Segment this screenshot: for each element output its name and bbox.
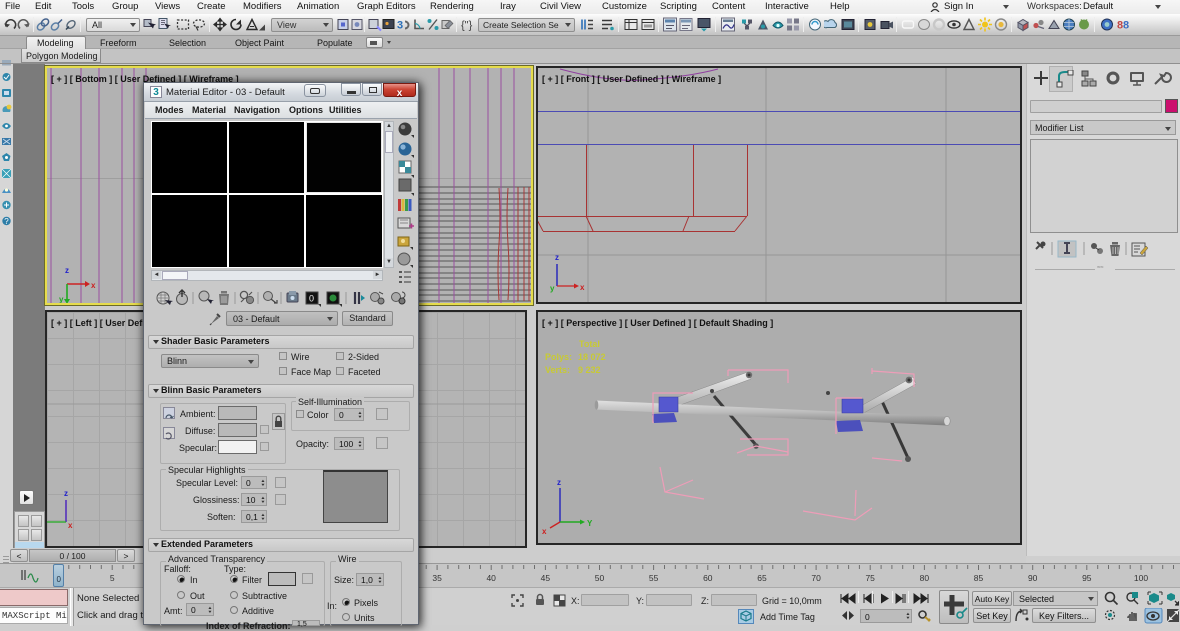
svg-text:90: 90 [1028,573,1038,583]
svg-text:60: 60 [703,573,713,583]
svg-text:70: 70 [811,573,821,583]
svg-text:x: x [580,283,585,292]
svg-text:8: 8 [1123,20,1129,32]
svg-text:x: x [542,527,547,536]
svg-text:80: 80 [920,573,930,583]
svg-text:40: 40 [486,573,496,583]
svg-text:z: z [65,266,69,275]
svg-text:z: z [557,478,561,487]
svg-text:55: 55 [649,573,659,583]
svg-text:z: z [64,489,68,498]
svg-text:0: 0 [309,294,314,304]
svg-text:75: 75 [865,573,875,583]
svg-text:100: 100 [1134,573,1148,583]
svg-text:95: 95 [1082,573,1092,583]
svg-text:x: x [68,521,73,530]
svg-text:y: y [550,284,555,293]
svg-text:65: 65 [757,573,767,583]
svg-text:50: 50 [595,573,605,583]
svg-text:z: z [555,253,559,262]
svg-text:3: 3 [397,20,403,32]
svg-text:?: ? [4,217,9,226]
svg-text:45: 45 [541,573,551,583]
svg-text:{"}: {"} [461,20,473,32]
svg-text:Y: Y [587,519,593,528]
svg-text:35: 35 [432,573,442,583]
svg-text:85: 85 [974,573,984,583]
svg-text:5: 5 [110,573,115,583]
svg-text:y: y [59,295,64,303]
svg-text:x: x [91,281,96,290]
